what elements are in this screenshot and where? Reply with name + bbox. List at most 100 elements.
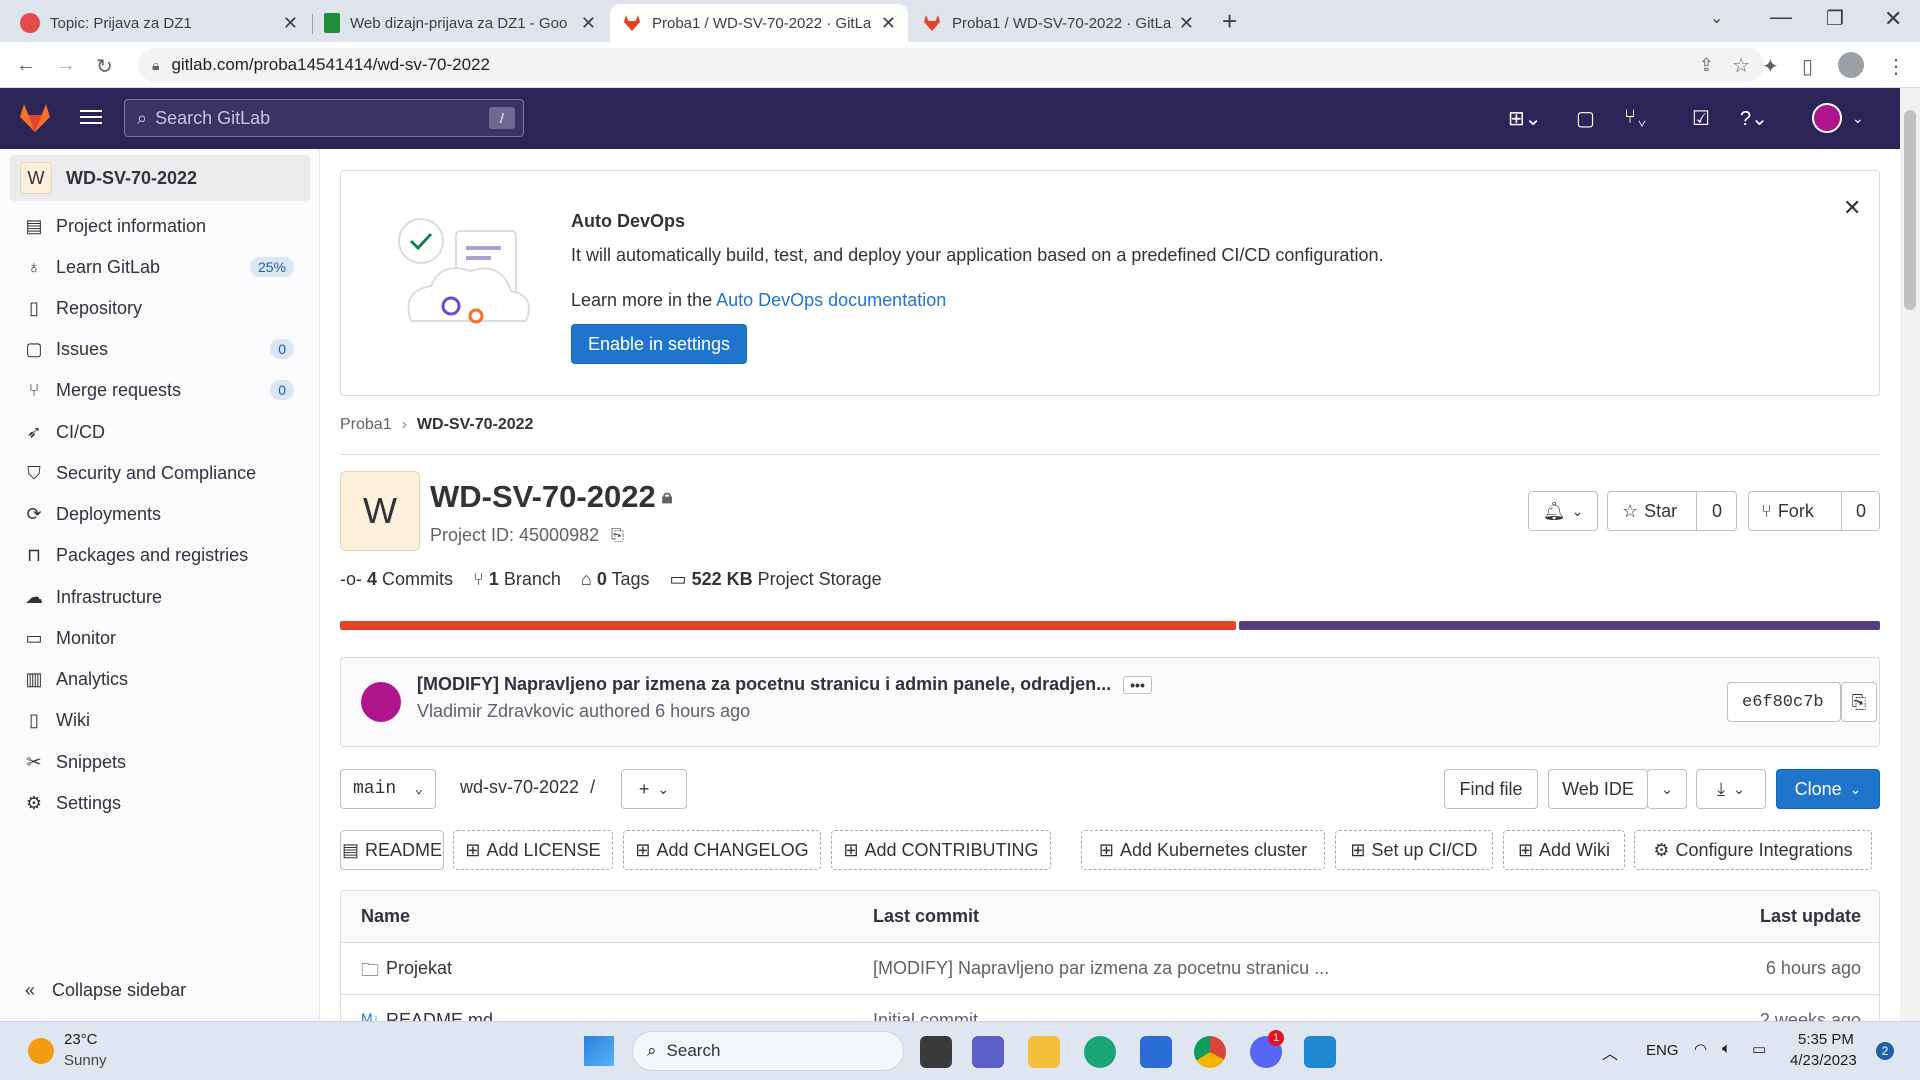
chrome-icon[interactable] bbox=[1194, 1036, 1226, 1068]
search-input[interactable]: ⌕ Search GitLab / bbox=[124, 99, 524, 137]
add-changelog-button[interactable]: ⊞ Add CHANGELOG bbox=[623, 830, 821, 870]
sidebar-item-merge-requests[interactable]: ⑂ Merge requests 0 bbox=[22, 370, 300, 410]
setup-cicd-button[interactable]: ⊞ Set up CI/CD bbox=[1335, 830, 1493, 870]
file-last-commit[interactable]: Initial commit bbox=[873, 1010, 978, 1021]
store-icon[interactable] bbox=[1140, 1036, 1172, 1068]
sidebar-project-header[interactable]: W WD-SV-70-2022 bbox=[10, 155, 310, 201]
star-button[interactable]: ☆ Star 0 bbox=[1607, 491, 1737, 531]
commit-author[interactable]: Vladimir Zdravkovic bbox=[417, 701, 574, 721]
vscode-icon[interactable] bbox=[1304, 1036, 1336, 1068]
configure-integrations-button[interactable]: ⚙ Configure Integrations bbox=[1634, 830, 1872, 870]
sidebar-item-wiki[interactable]: ▯ Wiki bbox=[22, 700, 300, 740]
user-avatar[interactable] bbox=[1812, 103, 1842, 133]
chevron-down-icon[interactable]: ⌄ bbox=[1852, 110, 1864, 127]
sidebar-item-issues[interactable]: ▢ Issues 0 bbox=[22, 329, 300, 369]
add-kubernetes-button[interactable]: ⊞ Add Kubernetes cluster bbox=[1081, 830, 1325, 870]
sidebar-item-security[interactable]: ⛉ Security and Compliance bbox=[22, 453, 300, 493]
web-ide-dropdown[interactable]: ⌄ bbox=[1647, 769, 1687, 809]
browser-tab-2[interactable]: Web dizajn-prijava za DZ1 - Goo ✕ bbox=[312, 4, 608, 42]
devops-docs-link[interactable]: Auto DevOps documentation bbox=[716, 290, 946, 310]
sidebar-item-project-information[interactable]: ▤ Project information bbox=[22, 206, 300, 246]
sidebar-item-analytics[interactable]: ▥ Analytics bbox=[22, 659, 300, 699]
taskbar-search[interactable]: ⌕ Search bbox=[632, 1031, 904, 1071]
wifi-icon[interactable]: ◠ bbox=[1694, 1040, 1707, 1058]
file-explorer-icon[interactable] bbox=[1028, 1036, 1060, 1068]
windows-start-icon[interactable] bbox=[584, 1036, 614, 1066]
url-field[interactable]: 🔒︎ gitlab.com/proba14541414/wd-sv-70-202… bbox=[138, 48, 1764, 82]
sidebar-item-repository[interactable]: ▯ Repository bbox=[22, 288, 300, 328]
breadcrumb-parent[interactable]: Proba1 bbox=[340, 416, 392, 434]
sidebar-item-packages[interactable]: ⊓ Packages and registries bbox=[22, 535, 300, 575]
commit-message[interactable]: [MODIFY] Napravljeno par izmena za pocet… bbox=[417, 674, 1111, 695]
task-view-icon[interactable] bbox=[920, 1036, 952, 1068]
gitlab-logo-icon[interactable] bbox=[18, 102, 52, 134]
author-avatar[interactable] bbox=[361, 682, 401, 722]
sidebar-item-snippets[interactable]: ✂ Snippets bbox=[22, 742, 300, 782]
fork-button[interactable]: ⑂ Fork 0 bbox=[1748, 491, 1880, 531]
copy-icon[interactable]: ⎘ bbox=[611, 527, 624, 545]
fork-count[interactable]: 0 bbox=[1841, 492, 1880, 530]
file-last-commit[interactable]: [MODIFY] Napravljeno par izmena za pocet… bbox=[873, 958, 1329, 979]
battery-icon[interactable]: ▭ bbox=[1752, 1040, 1766, 1058]
sidebar-item-infrastructure[interactable]: ☁ Infrastructure bbox=[22, 577, 300, 617]
table-row[interactable]: 🗀︎ Projekat [MODIFY] Napravljeno par izm… bbox=[341, 943, 1879, 995]
close-icon[interactable]: ✕ bbox=[581, 13, 596, 34]
branch-selector[interactable]: main ⌄ bbox=[340, 769, 436, 809]
bookmark-star-icon[interactable]: ☆ bbox=[1732, 53, 1750, 78]
share-icon[interactable]: ⇪ bbox=[1699, 55, 1714, 76]
add-file-dropdown[interactable]: + ⌄ bbox=[621, 769, 687, 809]
browser-tab-1[interactable]: Topic: Prijava za DZ1 ✕ bbox=[8, 4, 310, 42]
sidebar-item-settings[interactable]: ⚙ Settings bbox=[22, 783, 300, 823]
sidebar-item-cicd[interactable]: ➶ CI/CD bbox=[22, 412, 300, 452]
web-ide-button[interactable]: Web IDE bbox=[1548, 769, 1648, 809]
tray-chevron-up-icon[interactable]: ︿ bbox=[1602, 1040, 1618, 1064]
add-license-button[interactable]: ⊞ Add LICENSE bbox=[453, 830, 613, 870]
todo-icon[interactable]: ☑ bbox=[1692, 106, 1710, 131]
close-icon[interactable]: ✕ bbox=[1843, 195, 1861, 221]
menu-icon[interactable]: ⋮ bbox=[1886, 54, 1906, 79]
repo-path-name[interactable]: wd-sv-70-2022 bbox=[460, 777, 579, 797]
minimize-button[interactable]: — bbox=[1770, 4, 1792, 30]
enable-in-settings-button[interactable]: Enable in settings bbox=[571, 324, 747, 364]
close-window-button[interactable]: ✕ bbox=[1884, 6, 1902, 32]
new-tab-button[interactable]: + bbox=[1222, 6, 1237, 37]
clock-time[interactable]: 5:35 PM bbox=[1798, 1031, 1854, 1048]
back-button[interactable]: ← bbox=[16, 54, 36, 77]
close-icon[interactable]: ✕ bbox=[881, 13, 896, 34]
hamburger-menu-icon[interactable] bbox=[80, 106, 102, 128]
breadcrumb-current[interactable]: WD-SV-70-2022 bbox=[417, 416, 534, 434]
expand-ellipsis-button[interactable]: ••• bbox=[1123, 675, 1152, 694]
close-icon[interactable]: ✕ bbox=[283, 13, 298, 34]
add-contributing-button[interactable]: ⊞ Add CONTRIBUTING bbox=[831, 830, 1051, 870]
side-panel-icon[interactable]: ▯ bbox=[1802, 54, 1813, 79]
sidebar-item-deployments[interactable]: ⟳ Deployments bbox=[22, 494, 300, 534]
collapse-sidebar-button[interactable]: « Collapse sidebar bbox=[18, 970, 296, 1010]
browser-tab-4[interactable]: Proba1 / WD-SV-70-2022 · GitLa ✕ bbox=[910, 4, 1206, 42]
tags-stat[interactable]: ⌂ 0 Tags bbox=[581, 569, 650, 590]
tab-search-chevron-icon[interactable]: ⌄ bbox=[1710, 8, 1723, 28]
notifications-dropdown[interactable]: 🔔︎ ⌄ bbox=[1528, 491, 1598, 531]
extensions-icon[interactable]: ✦ bbox=[1762, 54, 1779, 79]
file-name[interactable]: Projekat bbox=[386, 958, 452, 979]
volume-icon[interactable]: 🔈︎ bbox=[1722, 1040, 1731, 1057]
clock-date[interactable]: 4/23/2023 bbox=[1790, 1052, 1857, 1069]
branch-stat[interactable]: ⑂ 1 Branch bbox=[473, 569, 561, 590]
browser-tab-3[interactable]: Proba1 / WD-SV-70-2022 · GitLa ✕ bbox=[610, 4, 908, 42]
language-indicator[interactable]: ENG bbox=[1646, 1042, 1679, 1059]
scrollbar-thumb[interactable] bbox=[1904, 110, 1916, 310]
issues-icon[interactable]: ▢ bbox=[1576, 106, 1595, 131]
file-name[interactable]: README.md bbox=[386, 1010, 493, 1021]
commit-sha[interactable]: e6f80c7b bbox=[1727, 682, 1841, 722]
profile-icon[interactable] bbox=[1838, 52, 1864, 78]
close-icon[interactable]: ✕ bbox=[1179, 13, 1194, 34]
sidebar-item-learn-gitlab[interactable]: ♁ Learn GitLab 25% bbox=[22, 247, 300, 287]
star-count[interactable]: 0 bbox=[1696, 492, 1737, 530]
edge-icon[interactable] bbox=[1084, 1036, 1116, 1068]
restore-button[interactable]: ❐ bbox=[1826, 6, 1844, 31]
help-icon[interactable]: ?⌄ bbox=[1740, 106, 1768, 131]
merge-requests-icon[interactable]: ⑂⌄ bbox=[1624, 106, 1648, 129]
notification-count-badge[interactable]: 2 bbox=[1876, 1042, 1894, 1060]
download-dropdown[interactable]: ⤓ ⌄ bbox=[1696, 769, 1766, 809]
copy-sha-button[interactable]: ⎘ bbox=[1841, 682, 1877, 722]
storage-stat[interactable]: ▭ 522 KB Project Storage bbox=[670, 569, 882, 590]
